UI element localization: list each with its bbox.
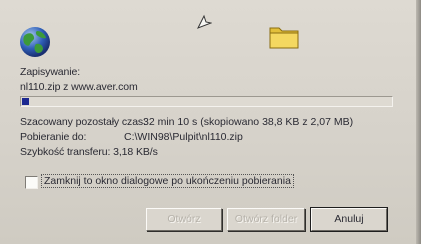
open-button[interactable]: Otwórz [146,208,222,231]
window-edge [416,0,421,244]
download-to-path: C:\WIN98\Pulpit\nl110.zip [124,131,243,143]
download-to-label: Pobieranie do: [20,131,87,143]
globe-icon [20,27,50,57]
file-download-dialog: Zapisywanie: nl110.zip z www.aver.com Sz… [0,0,421,244]
open-folder-button[interactable]: Otwórz folder [227,208,305,231]
folder-icon [269,27,299,49]
progress-fill [22,98,29,105]
mouse-cursor-icon [196,14,212,29]
saving-label: Zapisywanie: [20,66,81,78]
cancel-button[interactable]: Anuluj [310,207,388,232]
close-on-complete-label[interactable]: Zamknij to okno dialogowe po ukończeniu … [41,174,294,188]
transfer-rate-text: Szybkość transferu: 3,18 KB/s [20,146,158,158]
close-on-complete-checkbox[interactable] [25,176,38,189]
download-progress-bar [20,96,393,107]
estimated-time-label: Szacowany pozostały czas: [20,116,146,128]
estimated-time-value: 32 min 10 s (skopiowano 38,8 KB z 2,07 M… [143,116,354,128]
file-source-text: nl110.zip z www.aver.com [20,81,138,93]
